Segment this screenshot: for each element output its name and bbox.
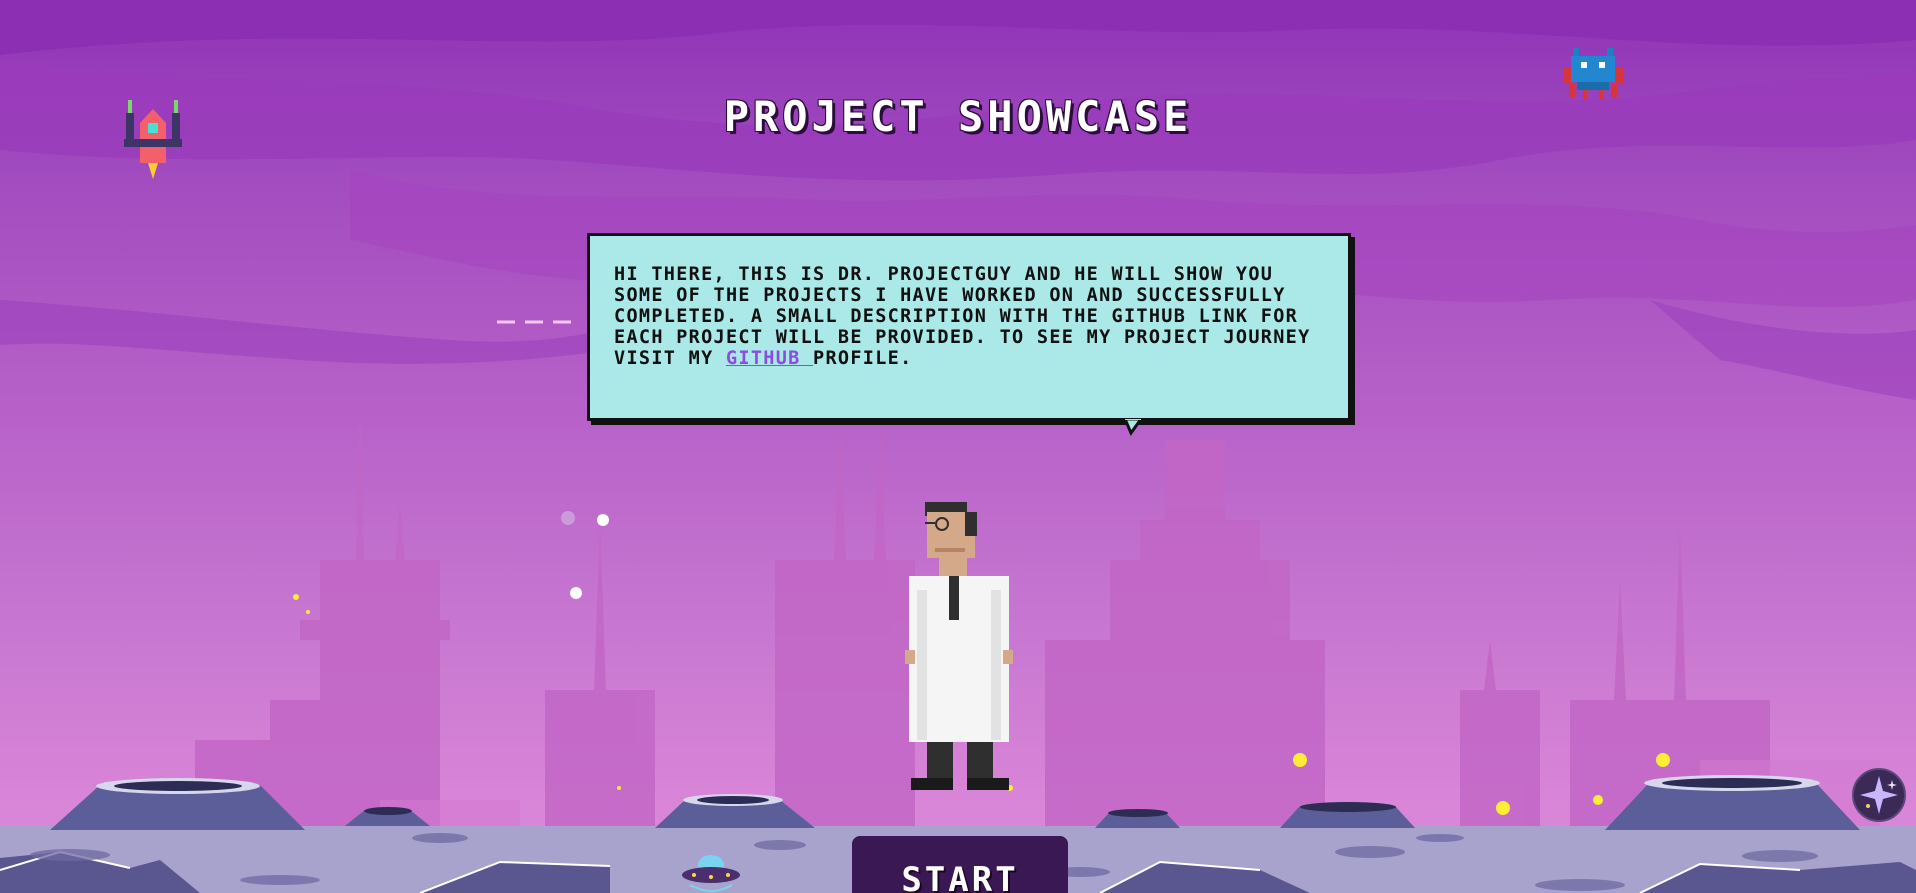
game-scene: PROJECT SHOWCASE HI THERE, THIS IS DR. P…: [0, 0, 1916, 893]
dialog-text-intro: HI THERE, THIS IS DR. PROJECTGUY AND HE …: [614, 264, 1311, 369]
scientist-character: [905, 502, 1013, 790]
github-link[interactable]: GITHUB: [726, 348, 813, 369]
sparkle-button[interactable]: [1852, 768, 1906, 822]
dialog-text-outro: PROFILE.: [813, 348, 913, 369]
speech-bubble: HI THERE, THIS IS DR. PROJECTGUY AND HE …: [587, 233, 1351, 421]
sparkle-icon: [1860, 776, 1898, 814]
start-button[interactable]: START: [852, 836, 1068, 893]
page-title: PROJECT SHOWCASE: [723, 92, 1193, 141]
ufo-icon: [682, 855, 740, 892]
dialog-text: HI THERE, THIS IS DR. PROJECTGUY AND HE …: [614, 264, 1334, 369]
speech-bubble-tail: [1123, 419, 1143, 437]
